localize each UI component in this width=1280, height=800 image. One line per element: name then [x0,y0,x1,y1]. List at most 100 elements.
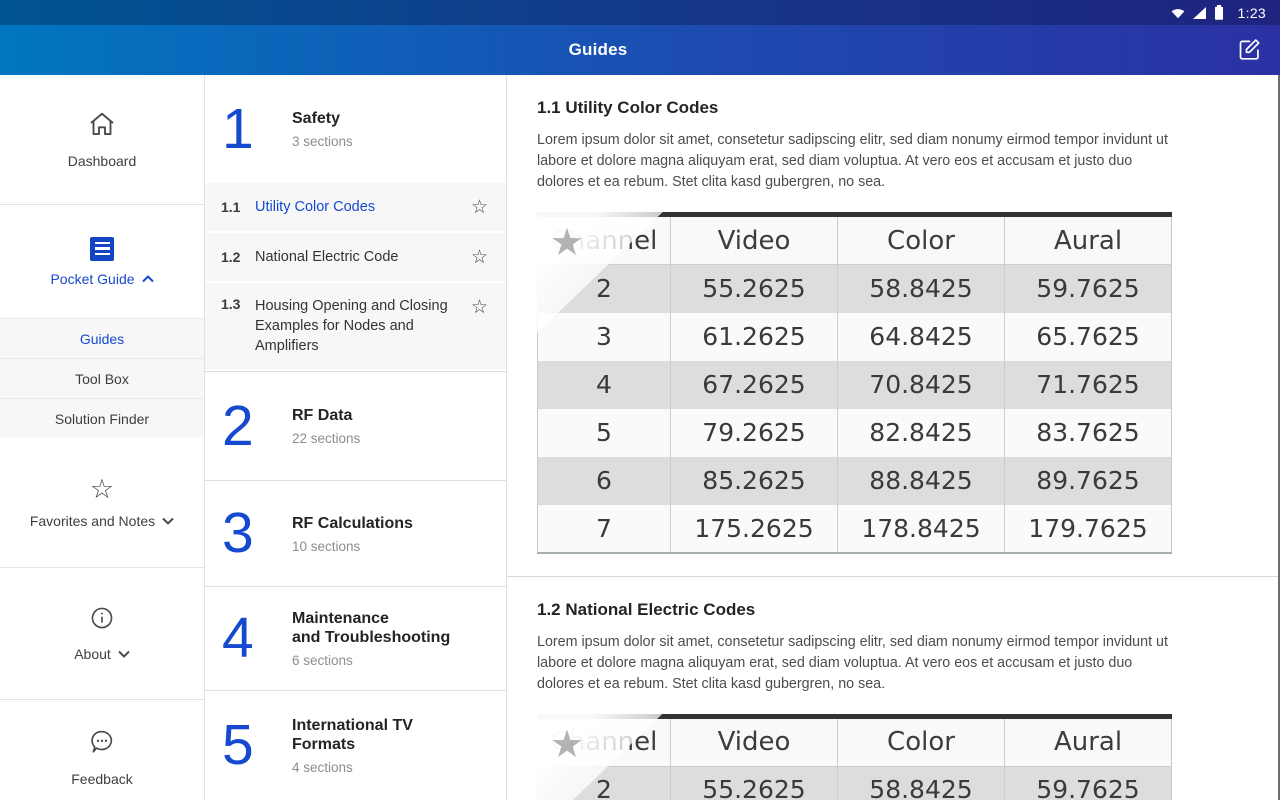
favorite-star-icon[interactable]: ☆ [471,196,488,218]
table-cell: 2 [538,766,671,800]
sidebar-item-dashboard[interactable]: Dashboard [0,75,204,205]
toc-subsection-label: National Electric Code [255,247,471,267]
frequency-table-wrap: Channel Video Color Aural 2 55.2625 58.8… [537,714,1172,800]
toc-section-number: 5 [222,717,272,774]
toc-column: 1 Safety 3 sections 1.1 Utility Color Co… [205,75,507,800]
table-cell: 4 [538,361,671,409]
column-header: Channel [538,716,671,766]
feedback-chat-icon [88,728,116,761]
sidebar-item-tool-box[interactable]: Tool Box [0,358,204,398]
table-cell: 82.8425 [838,409,1005,457]
toc-subsection-number: 1.3 [221,296,255,312]
sidebar-item-favorites[interactable]: ☆ Favorites and Notes [0,438,204,568]
table-cell: 70.8425 [838,361,1005,409]
table-cell: 6 [538,457,671,505]
table-row: 6 85.2625 88.8425 89.7625 [538,457,1172,505]
toc-subsection-label: Housing Opening and Closing Examples for… [255,296,471,356]
toc-section-title: International TV [292,716,413,735]
status-time: 1:23 [1238,5,1266,21]
table-cell: 88.8425 [838,457,1005,505]
toc-section-count: 4 sections [292,760,413,775]
sidebar-item-solution-finder[interactable]: Solution Finder [0,398,204,438]
toc-section-count: 10 sections [292,539,413,554]
column-header: Video [671,215,838,265]
home-icon [87,110,117,143]
frequency-table: Channel Video Color Aural 2 55.2625 58.8… [537,212,1172,554]
sidebar-item-guides[interactable]: Guides [0,318,204,358]
chevron-down-icon [118,650,130,658]
toc-subsection-1-1[interactable]: 1.1 Utility Color Codes ☆ [205,183,506,233]
sidebar-item-about[interactable]: About [0,568,204,700]
main-area: Dashboard Pocket Guide Guides Tool Box S… [0,75,1280,800]
table-cell: 55.2625 [671,265,838,313]
content-pane: 1.1 Utility Color Codes Lorem ipsum dolo… [507,75,1280,800]
sidebar-item-label: Pocket Guide [50,271,153,287]
section-heading: 1.2 National Electric Codes [537,600,1280,620]
table-cell: 67.2625 [671,361,838,409]
toc-section-number: 1 [222,101,272,158]
table-cell: 61.2625 [671,313,838,361]
toc-section-rf-data[interactable]: 2 RF Data 22 sections [205,371,506,480]
table-cell: 3 [538,313,671,361]
table-cell: 64.8425 [838,313,1005,361]
toc-section-title-line2: and Troubleshooting [292,628,450,647]
table-cell: 2 [538,265,671,313]
info-icon [89,605,115,636]
toc-section-count: 3 sections [292,134,353,149]
table-cell: 65.7625 [1005,313,1172,361]
toc-subsection-1-2[interactable]: 1.2 National Electric Code ☆ [205,233,506,283]
wifi-icon [1171,7,1185,19]
column-header: Aural [1005,716,1172,766]
table-header-row: Channel Video Color Aural [538,215,1172,265]
section-heading: 1.1 Utility Color Codes [537,98,1280,118]
toc-section-count: 6 sections [292,653,450,668]
table-cell: 58.8425 [838,265,1005,313]
section-body: Lorem ipsum dolor sit amet, consetetur s… [537,130,1175,193]
top-bars: 1:23 Guides [0,0,1280,75]
cellular-signal-icon [1193,7,1206,19]
table-row: 3 61.2625 64.8425 65.7625 [538,313,1172,361]
sidebar-item-label: Favorites and Notes [30,513,174,529]
toc-section-maintenance[interactable]: 4 Maintenance and Troubleshooting 6 sect… [205,586,506,690]
table-cell: 71.7625 [1005,361,1172,409]
column-header: Color [838,716,1005,766]
toc-section-rf-calculations[interactable]: 3 RF Calculations 10 sections [205,480,506,586]
table-row: 2 55.2625 58.8425 59.7625 [538,265,1172,313]
sidebar-item-pocket-guide[interactable]: Pocket Guide [0,205,204,318]
favorite-star-icon[interactable]: ☆ [471,246,488,268]
table-row: 5 79.2625 82.8425 83.7625 [538,409,1172,457]
chevron-down-icon [162,517,174,525]
status-bar: 1:23 [0,0,1280,25]
toc-section-safety[interactable]: 1 Safety 3 sections [205,75,506,183]
column-header: Channel [538,215,671,265]
sidebar-item-label: Solution Finder [55,411,149,427]
table-cell: 7 [538,505,671,553]
toc-subsection-label: Utility Color Codes [255,197,471,217]
sidebar-item-feedback[interactable]: Feedback [0,700,204,800]
app-window: 1:23 Guides Dashboard [0,0,1280,800]
sidebar-item-label: Tool Box [75,371,129,387]
table-header-row: Channel Video Color Aural [538,716,1172,766]
battery-icon [1214,5,1224,20]
table-cell: 85.2625 [671,457,838,505]
toc-section-count: 22 sections [292,431,360,446]
column-header: Aural [1005,215,1172,265]
table-row: 4 67.2625 70.8425 71.7625 [538,361,1172,409]
pocket-guide-icon [90,237,114,261]
table-cell: 89.7625 [1005,457,1172,505]
favorite-star-icon[interactable]: ☆ [471,296,488,318]
toc-section-international-tv[interactable]: 5 International TV Formats 4 sections [205,690,506,799]
toc-section-title: Maintenance [292,609,450,628]
frequency-table: Channel Video Color Aural 2 55.2625 58.8… [537,714,1172,800]
table-cell: 175.2625 [671,505,838,553]
toc-section-number: 3 [222,505,272,562]
frequency-table-wrap: Channel Video Color Aural 2 55.2625 58.8… [537,212,1172,554]
toc-section-title-line2: Formats [292,735,413,754]
edit-button[interactable] [1236,36,1263,63]
table-cell: 178.8425 [838,505,1005,553]
toc-subsection-1-3[interactable]: 1.3 Housing Opening and Closing Examples… [205,283,506,371]
sidebar: Dashboard Pocket Guide Guides Tool Box S… [0,75,205,800]
table-cell: 79.2625 [671,409,838,457]
toc-section-title: RF Data [292,406,360,425]
table-cell: 179.7625 [1005,505,1172,553]
